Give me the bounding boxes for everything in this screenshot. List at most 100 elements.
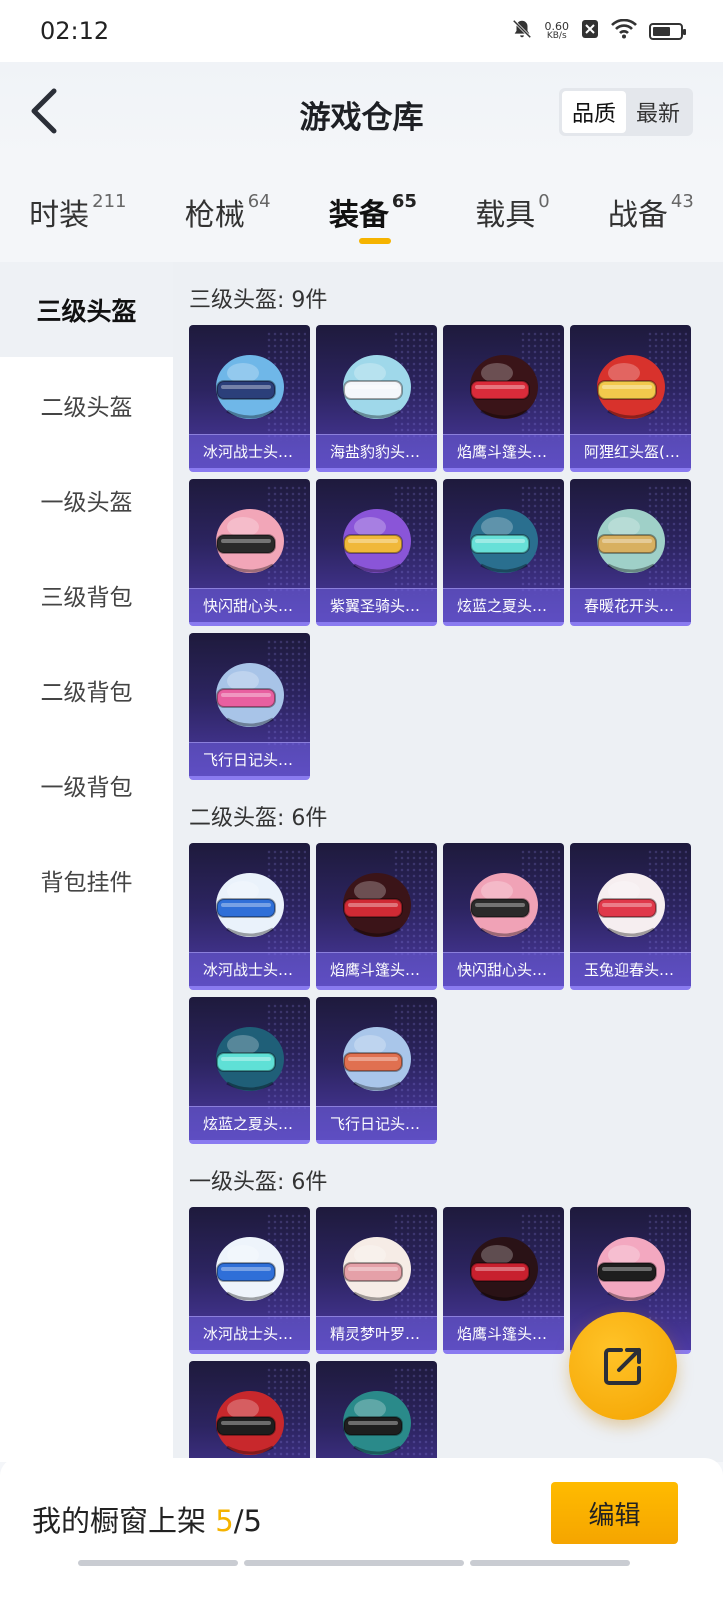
tab-equipment[interactable]: 装备 65 bbox=[328, 190, 417, 244]
status-time: 02:12 bbox=[40, 17, 110, 45]
item-name: 玉兔迎春头… bbox=[570, 952, 691, 986]
tab-vehicles[interactable]: 载具 0 bbox=[475, 190, 549, 234]
helmet-icon bbox=[334, 859, 420, 945]
tab-label: 枪械 bbox=[184, 198, 245, 233]
item-card[interactable]: 快闪甜心头… bbox=[443, 843, 564, 990]
category-tabs: 时装 211 枪械 64 装备 65 载具 0 战备 43 bbox=[0, 162, 723, 262]
item-name: 炫蓝之夏头… bbox=[443, 588, 564, 622]
helmet-icon bbox=[588, 859, 674, 945]
item-card[interactable]: 焰鹰斗篷头… bbox=[316, 843, 437, 990]
helmet-icon bbox=[207, 859, 293, 945]
item-name: 阿狸红头盔(… bbox=[570, 434, 691, 468]
helmet-icon bbox=[334, 1223, 420, 1309]
tab-fashion[interactable]: 时装 211 bbox=[29, 190, 126, 234]
item-name: 冰河战士头… bbox=[189, 952, 310, 986]
sidebar: 三级头盔 二级头盔 一级头盔 三级背包 二级背包 一级背包 背包挂件 bbox=[0, 262, 173, 1462]
item-name: 快闪甜心头… bbox=[443, 952, 564, 986]
active-tab-indicator bbox=[358, 238, 391, 244]
item-card[interactable]: 飞行日记头… bbox=[316, 997, 437, 1144]
x-app-icon bbox=[581, 19, 599, 43]
helmet-icon bbox=[207, 1223, 293, 1309]
helmet-icon bbox=[461, 495, 547, 581]
wifi-icon bbox=[611, 18, 637, 43]
shelf-total-count: /5 bbox=[233, 1504, 262, 1538]
item-card[interactable]: 玉兔迎春头… bbox=[570, 843, 691, 990]
helmet-icon bbox=[588, 341, 674, 427]
section-title: 二级头盔: 6件 bbox=[189, 806, 328, 831]
helmet-icon bbox=[334, 1377, 420, 1462]
item-name: 冰河战士头… bbox=[189, 1316, 310, 1350]
home-indicator-left bbox=[78, 1560, 238, 1566]
edit-button[interactable]: 编辑 bbox=[551, 1482, 678, 1544]
item-name: 焰鹰斗篷头… bbox=[316, 952, 437, 986]
sidebar-item-level2-helmet[interactable]: 二级头盔 bbox=[0, 357, 173, 452]
sort-option-latest[interactable]: 最新 bbox=[626, 91, 690, 133]
item-card[interactable]: 快闪甜心头… bbox=[189, 479, 310, 626]
tab-label: 战备 bbox=[607, 198, 668, 233]
item-card[interactable]: 炫蓝之夏头… bbox=[443, 479, 564, 626]
item-name: 焰鹰斗篷头… bbox=[443, 1316, 564, 1350]
sidebar-item-backpack-pendant[interactable]: 背包挂件 bbox=[0, 832, 173, 927]
item-card[interactable]: 焰鹰斗篷头… bbox=[443, 325, 564, 472]
tab-count: 65 bbox=[391, 191, 417, 212]
tab-supplies[interactable]: 战备 43 bbox=[608, 190, 694, 234]
sidebar-item-level3-helmet[interactable]: 三级头盔 bbox=[0, 262, 173, 357]
item-card[interactable]: 紫翼圣骑头… bbox=[316, 479, 437, 626]
item-card[interactable]: 阿狸红头盔(… bbox=[570, 325, 691, 472]
item-name: 春暖花开头… bbox=[570, 588, 691, 622]
tab-guns[interactable]: 枪械 64 bbox=[185, 190, 271, 234]
item-card[interactable]: 海盐豹豹头… bbox=[316, 325, 437, 472]
helmet-icon bbox=[461, 859, 547, 945]
item-card[interactable]: 冰河战士头… bbox=[189, 1207, 310, 1354]
item-name: 紫翼圣骑头… bbox=[316, 588, 437, 622]
shelf-status: 我的橱窗上架 5/5 bbox=[32, 1498, 262, 1540]
shelf-label: 我的橱窗上架 bbox=[32, 1504, 207, 1538]
helmet-icon bbox=[461, 1223, 547, 1309]
tab-label: 装备 bbox=[328, 198, 389, 233]
status-bar: 02:12 0.60 KB/s bbox=[0, 0, 723, 62]
item-name: 飞行日记头… bbox=[316, 1106, 437, 1140]
share-button[interactable] bbox=[569, 1312, 677, 1420]
mute-bell-icon bbox=[511, 18, 533, 44]
item-card[interactable]: 冰河战士头… bbox=[189, 843, 310, 990]
tab-label: 时装 bbox=[29, 198, 90, 233]
item-card[interactable]: 春暖花开头… bbox=[570, 479, 691, 626]
helmet-icon bbox=[461, 341, 547, 427]
helmet-icon bbox=[588, 1223, 674, 1309]
helmet-icon bbox=[207, 1013, 293, 1099]
helmet-icon bbox=[588, 495, 674, 581]
item-list[interactable]: 三级头盔: 9件 冰河战士头… 海盐豹豹头… 焰鹰斗篷头… 阿狸红头盔(… 快闪甜心头… 紫… bbox=[173, 262, 723, 1462]
item-name: 海盐豹豹头… bbox=[316, 434, 437, 468]
item-card[interactable]: 精灵梦叶罗… bbox=[316, 1207, 437, 1354]
net-speed: 0.60 KB/s bbox=[545, 21, 570, 41]
tab-count: 43 bbox=[670, 191, 694, 212]
sort-option-quality[interactable]: 品质 bbox=[561, 91, 626, 133]
item-grid: 冰河战士头… 焰鹰斗篷头… 快闪甜心头… 玉兔迎春头… 炫蓝之夏头… 飞行日记头… bbox=[189, 843, 723, 1144]
sidebar-item-level3-backpack[interactable]: 三级背包 bbox=[0, 547, 173, 642]
section-title: 一级头盔: 6件 bbox=[189, 1170, 328, 1195]
helmet-icon bbox=[334, 341, 420, 427]
home-indicator-middle bbox=[244, 1560, 464, 1566]
item-card[interactable] bbox=[189, 1361, 310, 1462]
item-card[interactable]: 飞行日记头… bbox=[189, 633, 310, 780]
item-card[interactable]: 焰鹰斗篷头… bbox=[443, 1207, 564, 1354]
sidebar-item-level1-backpack[interactable]: 一级背包 bbox=[0, 737, 173, 832]
item-name: 精灵梦叶罗… bbox=[316, 1316, 437, 1350]
helmet-icon bbox=[207, 495, 293, 581]
item-name: 焰鹰斗篷头… bbox=[443, 434, 564, 468]
item-name: 炫蓝之夏头… bbox=[189, 1106, 310, 1140]
item-card[interactable] bbox=[316, 1361, 437, 1462]
sidebar-item-level2-backpack[interactable]: 二级背包 bbox=[0, 642, 173, 737]
tab-count: 0 bbox=[538, 191, 550, 212]
helmet-icon bbox=[207, 1377, 293, 1462]
sidebar-item-level1-helmet[interactable]: 一级头盔 bbox=[0, 452, 173, 547]
page-header: 游戏仓库 品质 最新 bbox=[0, 62, 723, 162]
item-card[interactable]: 冰河战士头… bbox=[189, 325, 310, 472]
bottom-bar: 我的橱窗上架 5/5 编辑 bbox=[0, 1458, 723, 1600]
helmet-icon bbox=[334, 1013, 420, 1099]
section-title: 三级头盔: 9件 bbox=[189, 288, 328, 313]
item-card[interactable]: 炫蓝之夏头… bbox=[189, 997, 310, 1144]
tab-count: 211 bbox=[92, 191, 127, 212]
helmet-icon bbox=[207, 649, 293, 735]
helmet-icon bbox=[334, 495, 420, 581]
